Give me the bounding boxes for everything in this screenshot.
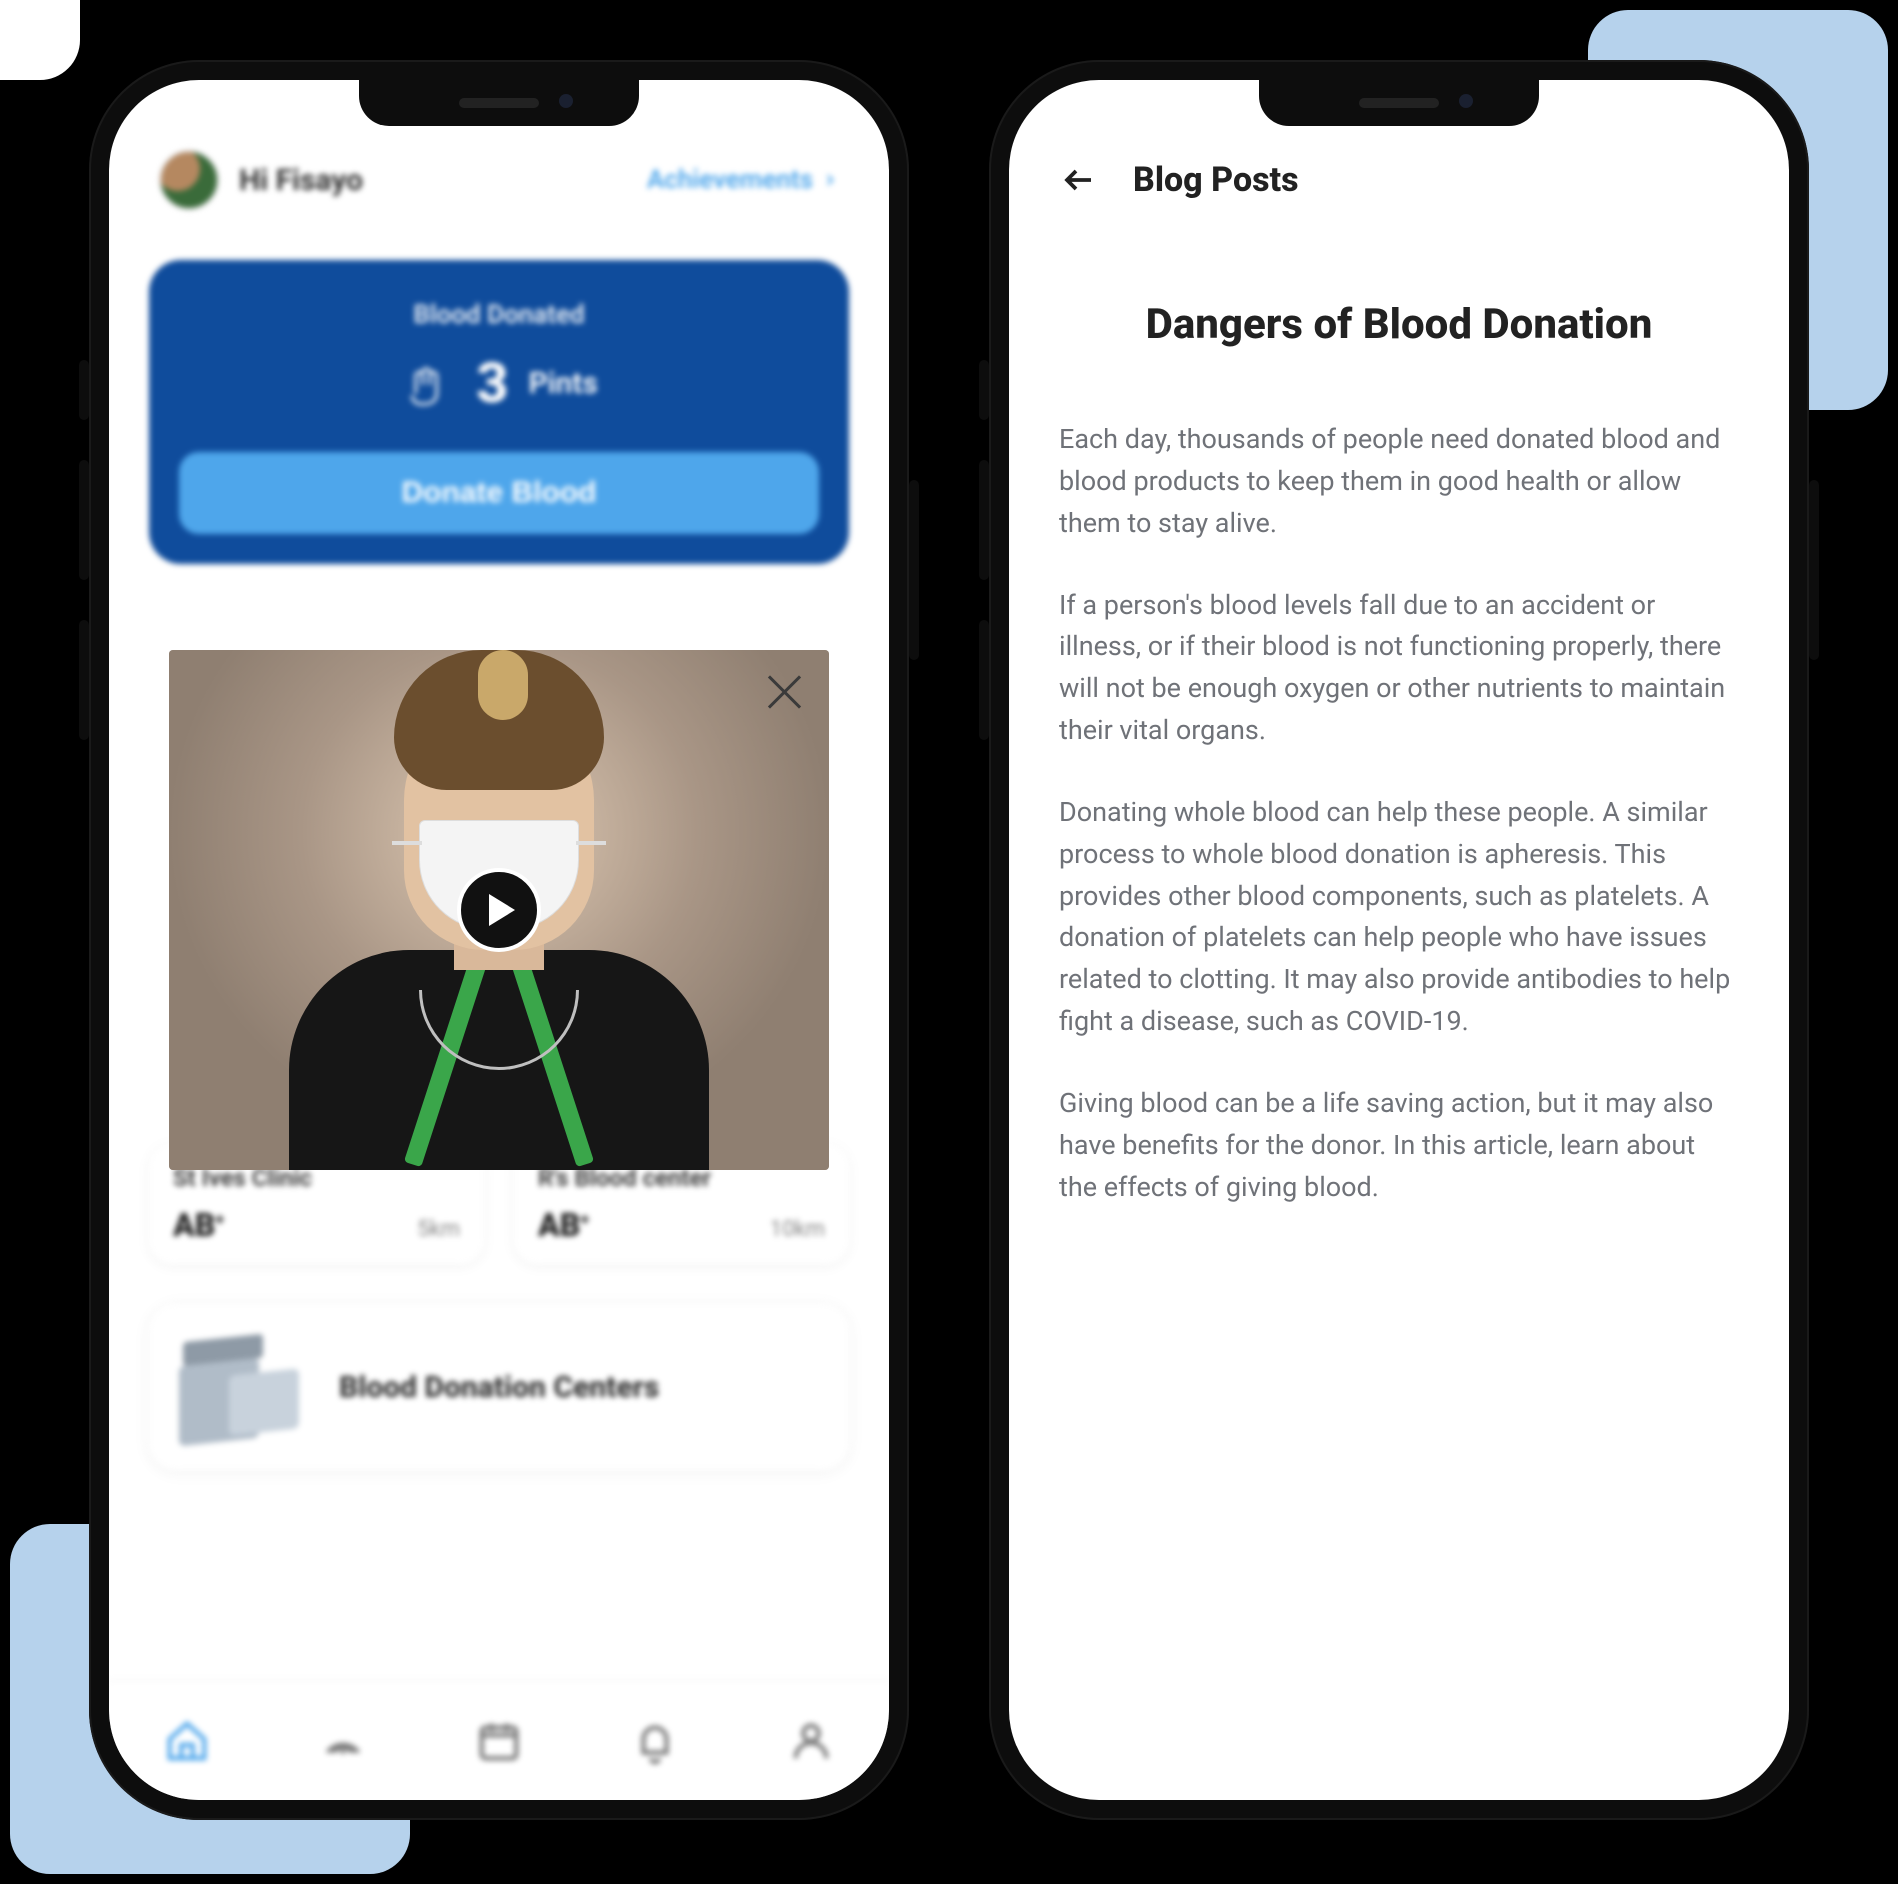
tab-calendar[interactable] (473, 1715, 525, 1767)
donate-blood-button[interactable]: Donate Blood (179, 452, 819, 534)
centers-card-label: Blood Donation Centers (339, 1368, 659, 1407)
article-title: Dangers of Blood Donation (1059, 300, 1739, 349)
avatar[interactable] (159, 150, 219, 210)
tab-radar[interactable] (317, 1715, 369, 1767)
arrow-left-icon (1061, 162, 1097, 198)
phone-mockup-home: Hi Fisayo Achievements Blood Donated 3 (89, 60, 909, 1820)
radar-icon (320, 1718, 366, 1764)
achievements-link-label: Achievements (647, 165, 813, 195)
back-button[interactable] (1059, 160, 1099, 200)
blood-type: AB+ (538, 1206, 589, 1244)
close-icon[interactable] (761, 670, 805, 714)
greeting-text: Hi Fisayo (239, 163, 363, 198)
bell-icon (632, 1718, 678, 1764)
article-body: Each day, thousands of people need donat… (1059, 419, 1739, 1209)
blog-screen: Blog Posts Dangers of Blood Donation Eac… (1009, 80, 1789, 1800)
tab-home[interactable] (161, 1715, 213, 1767)
tab-profile[interactable] (785, 1715, 837, 1767)
blood-type: AB+ (173, 1206, 224, 1244)
hands-icon (400, 355, 456, 411)
blood-donated-card: Blood Donated 3 Pints Donate Blood (149, 260, 849, 564)
stat-value: 3 (476, 350, 508, 416)
profile-icon (788, 1718, 834, 1764)
page-title: Blog Posts (1133, 160, 1299, 200)
achievements-link[interactable]: Achievements (647, 165, 839, 195)
stat-unit: Pints (528, 366, 597, 401)
article-paragraph: Donating whole blood can help these peop… (1059, 792, 1739, 1043)
bottom-tab-bar (109, 1680, 889, 1800)
video-overlay (169, 650, 829, 1170)
stat-title: Blood Donated (179, 300, 819, 330)
hospital-icon (179, 1332, 299, 1442)
blood-donation-centers-card[interactable]: Blood Donation Centers (149, 1304, 849, 1470)
chevron-right-icon (821, 171, 839, 189)
clinic-distance: 10km (770, 1217, 825, 1242)
article-paragraph: Giving blood can be a life saving action… (1059, 1083, 1739, 1209)
article-paragraph: If a person's blood levels fall due to a… (1059, 585, 1739, 752)
article-paragraph: Each day, thousands of people need donat… (1059, 419, 1739, 545)
home-icon (164, 1718, 210, 1764)
play-button[interactable] (457, 868, 541, 952)
phone-mockup-blog: Blog Posts Dangers of Blood Donation Eac… (989, 60, 1809, 1820)
phone-notch (1259, 80, 1539, 126)
tab-notifications[interactable] (629, 1715, 681, 1767)
phone-notch (359, 80, 639, 126)
calendar-icon (476, 1718, 522, 1764)
clinic-distance: 5km (417, 1217, 460, 1242)
